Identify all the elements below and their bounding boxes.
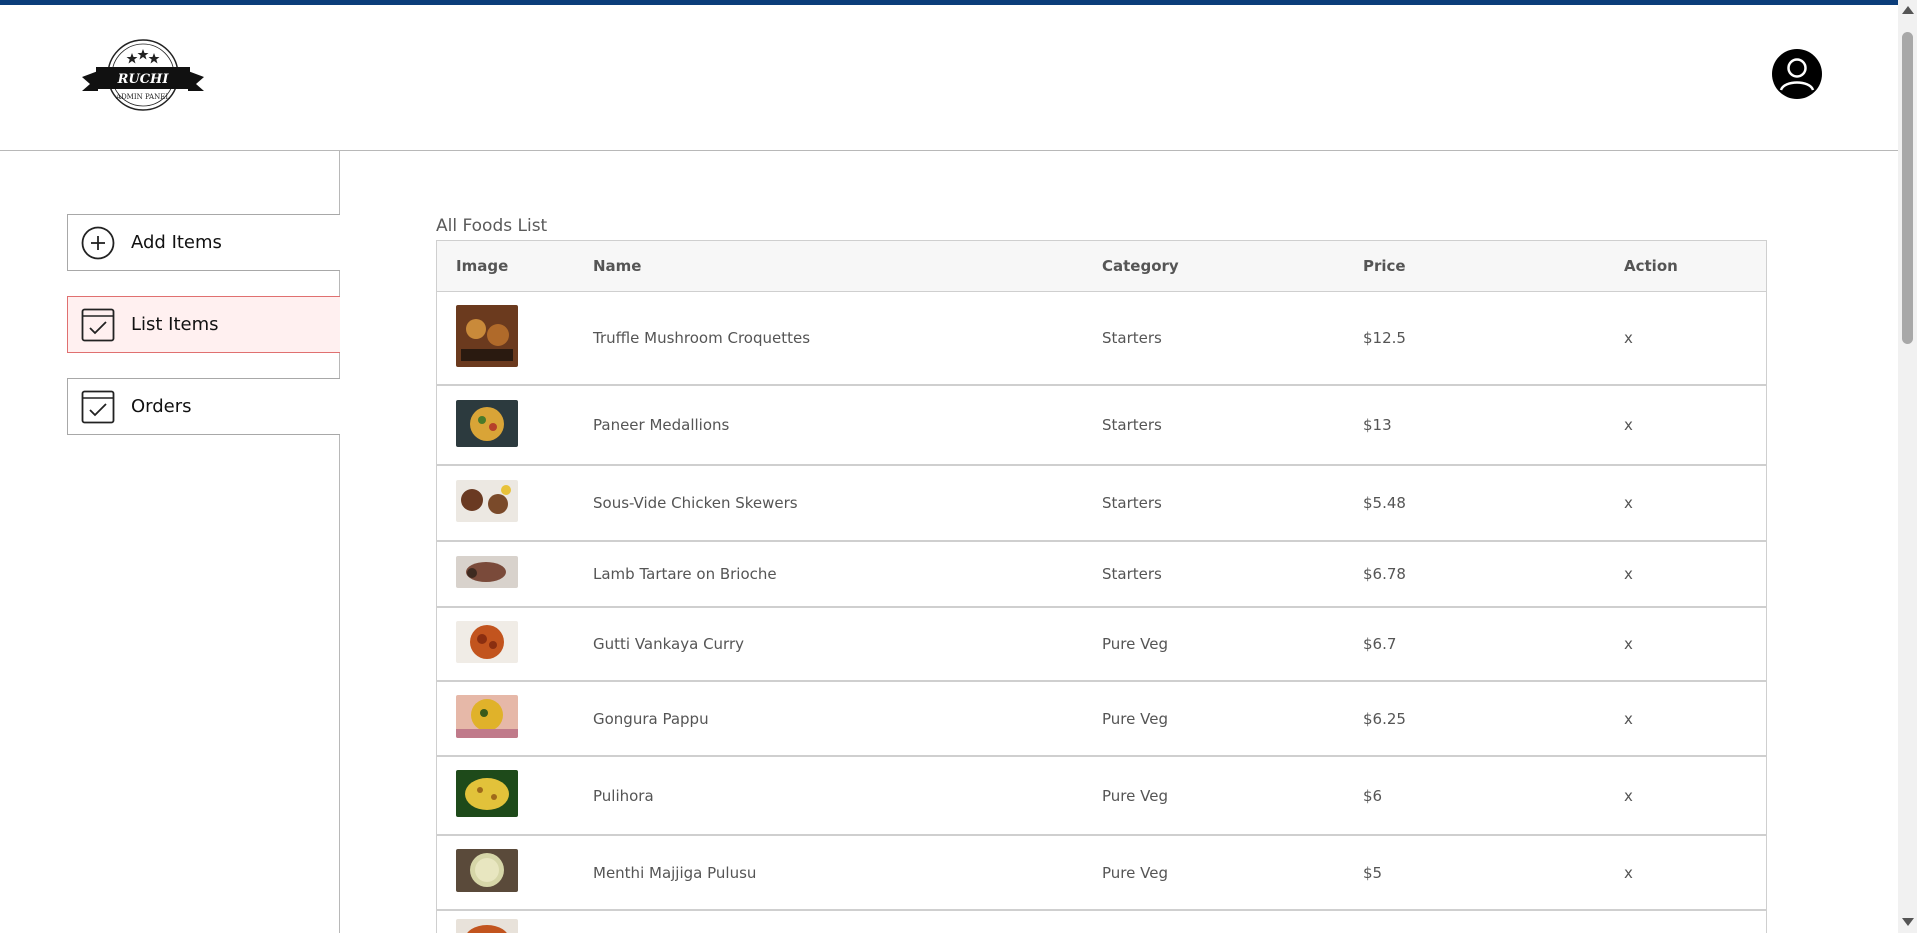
food-name: Pulihora	[593, 786, 654, 805]
foods-table: Image Name Category Price Action Truffle…	[436, 240, 1767, 933]
food-image	[456, 556, 518, 592]
food-price: $12.5	[1363, 329, 1406, 347]
food-price: $13	[1363, 416, 1392, 434]
plus-circle-icon	[81, 226, 115, 260]
food-name: Gutti Vankaya Curry	[593, 635, 745, 653]
page-title: All Foods List	[436, 216, 548, 236]
food-name: Lamb Tartare on Brioche	[593, 565, 777, 583]
food-price: $5.48	[1363, 494, 1406, 512]
food-category: Pure Veg	[1102, 635, 1168, 653]
food-image	[456, 770, 518, 821]
food-category: Starters	[1102, 329, 1162, 347]
table-row: Pulihora Pure Veg $6 x	[437, 757, 1766, 836]
vertical-scrollbar[interactable]	[1898, 0, 1917, 933]
remove-item-button[interactable]: x	[1624, 416, 1633, 434]
scrollbar-thumb[interactable]	[1902, 32, 1913, 344]
table-row: Truffle Mushroom Croquettes Starters $12…	[437, 292, 1766, 386]
column-header-category: Category	[1102, 257, 1179, 275]
user-profile-icon[interactable]	[1771, 48, 1823, 100]
food-image	[456, 695, 518, 742]
food-name: Paneer Medallions	[593, 416, 730, 434]
sidebar-item-label: List Items	[131, 314, 219, 335]
header: RUCHI ADMIN PANEL	[0, 5, 1898, 151]
scroll-up-icon[interactable]	[1902, 6, 1914, 14]
scroll-down-icon[interactable]	[1902, 918, 1914, 926]
table-row: Lamb Tartare on Brioche Starters $6.78 x	[437, 542, 1766, 608]
remove-item-button[interactable]: x	[1624, 329, 1633, 347]
svg-text:ADMIN PANEL: ADMIN PANEL	[115, 93, 170, 101]
sidebar-item-label: Orders	[131, 396, 192, 417]
food-category: Starters	[1102, 416, 1162, 434]
food-name: Menthi Majjiga Pulusu	[593, 863, 757, 882]
food-name: Truffle Mushroom Croquettes	[593, 329, 811, 347]
food-image	[456, 919, 518, 933]
food-category: Pure Veg	[1102, 709, 1168, 728]
column-header-name: Name	[593, 257, 642, 275]
column-header-action: Action	[1624, 257, 1678, 275]
food-image	[456, 399, 518, 451]
food-price: $6.25	[1363, 709, 1406, 728]
food-price: $6.7	[1363, 635, 1397, 653]
remove-item-button[interactable]: x	[1624, 864, 1633, 882]
table-row: Paneer Medallions Starters $13 x	[437, 386, 1766, 466]
food-category: Pure Veg	[1102, 863, 1168, 882]
food-image	[456, 305, 518, 371]
sidebar-item-orders[interactable]: Orders	[67, 378, 340, 435]
sidebar-item-list-items[interactable]: List Items	[67, 296, 340, 353]
column-header-price: Price	[1363, 257, 1406, 275]
food-price: $5	[1363, 863, 1383, 882]
food-price: $6	[1363, 786, 1383, 805]
food-category: Pure Veg	[1102, 786, 1168, 805]
food-category: Starters	[1102, 565, 1162, 583]
remove-item-button[interactable]: x	[1624, 565, 1633, 583]
column-header-image: Image	[456, 257, 509, 275]
food-category: Starters	[1102, 494, 1162, 512]
sidebar-item-label: Add Items	[131, 232, 222, 253]
remove-item-button[interactable]: x	[1624, 710, 1633, 728]
table-row: Sous-Vide Chicken Skewers Starters $5.48…	[437, 466, 1766, 542]
remove-item-button[interactable]: x	[1624, 635, 1633, 653]
table-row: Gongura Pappu Pure Veg $6.25 x	[437, 682, 1766, 757]
checkbox-icon	[81, 308, 115, 342]
food-image	[456, 621, 518, 667]
svg-text:RUCHI: RUCHI	[117, 72, 170, 87]
remove-item-button[interactable]: x	[1624, 494, 1633, 512]
table-row	[437, 911, 1766, 933]
food-image	[456, 849, 518, 896]
remove-item-button[interactable]: x	[1624, 787, 1633, 805]
food-name: Gongura Pappu	[593, 709, 709, 728]
food-price: $6.78	[1363, 565, 1406, 583]
food-image	[456, 480, 518, 526]
restaurant-logo[interactable]: RUCHI ADMIN PANEL	[80, 35, 210, 115]
sidebar-item-add-items[interactable]: Add Items	[67, 214, 340, 271]
table-header: Image Name Category Price Action	[437, 240, 1766, 292]
checkbox-icon	[81, 390, 115, 424]
sidebar: Add Items List Items Orders	[0, 151, 340, 933]
food-name: Sous-Vide Chicken Skewers	[593, 494, 798, 512]
table-row: Gutti Vankaya Curry Pure Veg $6.7 x	[437, 608, 1766, 682]
table-row: Menthi Majjiga Pulusu Pure Veg $5 x	[437, 836, 1766, 911]
